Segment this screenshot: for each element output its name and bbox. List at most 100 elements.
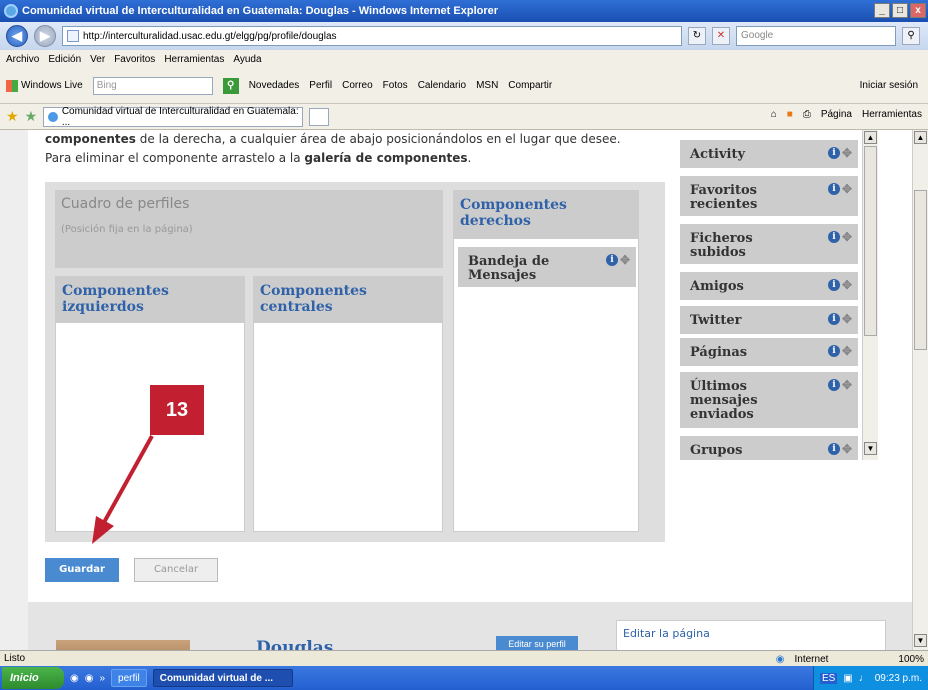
wl-link-calendario[interactable]: Calendario xyxy=(418,80,466,91)
url-field[interactable]: http://interculturalidad.usac.edu.gt/elg… xyxy=(62,26,682,46)
menu-archivo[interactable]: Archivo xyxy=(6,54,39,65)
close-button[interactable]: x xyxy=(910,3,926,18)
widget-activity[interactable]: Activity i ✥ xyxy=(680,140,858,168)
search-input[interactable]: Google xyxy=(736,26,896,46)
tab-bar: ★ ★ Comunidad virtual de Interculturalid… xyxy=(0,104,928,130)
widget-paginas[interactable]: Páginas i ✥ xyxy=(680,338,858,366)
maximize-button[interactable]: □ xyxy=(892,3,908,18)
stop-button[interactable]: ✕ xyxy=(712,27,730,45)
center-components-column[interactable]: Componentes centrales xyxy=(253,276,443,532)
window-controls: _ □ x xyxy=(874,3,926,18)
quicklaunch-ie-icon[interactable]: ◉ xyxy=(70,673,79,684)
zoom-control[interactable]: 100% xyxy=(898,654,924,665)
status-bar: Listo ◉ Internet 100% xyxy=(0,650,928,666)
gallery-scrollbar[interactable]: ▲ ▼ xyxy=(862,130,878,460)
page-scroll-thumb[interactable] xyxy=(914,190,927,350)
widget-ficheros[interactable]: Ficheros subidos i ✥ xyxy=(680,224,858,264)
system-tray: ES ▣ ♩ 09:23 p.m. xyxy=(812,666,928,690)
home-icon[interactable]: ⌂ xyxy=(771,109,777,120)
refresh-button[interactable]: ↻ xyxy=(688,27,706,45)
move-icon[interactable]: ✥ xyxy=(620,253,630,267)
taskbar-folder-perfil[interactable]: perfil xyxy=(111,669,147,687)
page-scrollbar[interactable]: ▲ ▼ xyxy=(912,130,928,650)
page-scroll-up-icon[interactable]: ▲ xyxy=(914,131,927,144)
move-icon[interactable]: ✥ xyxy=(842,182,852,196)
start-button[interactable]: Inicio xyxy=(2,667,64,689)
wl-link-correo[interactable]: Correo xyxy=(342,80,373,91)
wl-link-novedades[interactable]: Novedades xyxy=(249,80,300,91)
widget-name: Bandeja de Mensajes xyxy=(468,254,550,283)
info-icon[interactable]: i xyxy=(827,313,840,325)
menu-ayuda[interactable]: Ayuda xyxy=(233,54,261,65)
widget-grupos[interactable]: Grupos i ✥ xyxy=(680,436,858,460)
page-scroll-down-icon[interactable]: ▼ xyxy=(914,634,927,647)
info-icon[interactable]: i xyxy=(827,379,840,391)
favorites-star-icon[interactable]: ★ xyxy=(6,108,19,125)
save-button[interactable]: Guardar xyxy=(45,558,119,582)
tray-volume-icon[interactable]: ♩ xyxy=(859,673,869,684)
print-icon[interactable]: ⎙ xyxy=(803,109,811,120)
menu-ver[interactable]: Ver xyxy=(90,54,105,65)
move-icon[interactable]: ✥ xyxy=(842,378,852,392)
info-icon[interactable]: i xyxy=(827,147,840,159)
new-tab-button[interactable] xyxy=(309,107,330,126)
add-favorites-icon[interactable]: ★ xyxy=(25,108,38,125)
gallery-scroll-thumb[interactable] xyxy=(864,146,877,336)
wl-link-perfil[interactable]: Perfil xyxy=(309,80,332,91)
tools-menu[interactable]: Herramientas xyxy=(862,109,922,120)
info-icon[interactable]: i xyxy=(605,254,618,266)
taskbar-ie-window[interactable]: Comunidad virtual de ... xyxy=(152,669,293,687)
scroll-down-icon[interactable]: ▼ xyxy=(864,442,877,455)
page-menu[interactable]: Página xyxy=(821,109,852,120)
windows-live-logo[interactable]: Windows Live xyxy=(6,79,83,92)
widget-icons: i ✥ xyxy=(827,146,852,160)
widget-icons: i ✥ xyxy=(827,182,852,196)
globe-icon: ◉ xyxy=(775,653,785,665)
move-icon[interactable]: ✥ xyxy=(842,146,852,160)
info-icon[interactable]: i xyxy=(827,231,840,243)
back-button[interactable]: ◀ xyxy=(6,25,28,47)
bing-search-input[interactable]: Bing xyxy=(92,76,213,95)
left-column-title: Componentes izquierdos xyxy=(56,277,244,323)
info-icon[interactable]: i xyxy=(827,183,840,195)
widget-icons: i ✥ xyxy=(827,230,852,244)
move-icon[interactable]: ✥ xyxy=(842,230,852,244)
language-indicator[interactable]: ES xyxy=(819,672,838,684)
minimize-button[interactable]: _ xyxy=(874,3,890,18)
move-icon[interactable]: ✥ xyxy=(842,344,852,358)
widget-bandeja-mensajes[interactable]: Bandeja de Mensajes i ✥ xyxy=(458,247,636,287)
forward-button[interactable]: ▶ xyxy=(34,25,56,47)
move-icon[interactable]: ✥ xyxy=(842,278,852,292)
quicklaunch-firefox-icon[interactable]: ◉ xyxy=(85,673,94,684)
widget-ultimos-mensajes[interactable]: Últimos mensajes enviados i ✥ xyxy=(680,372,858,428)
menu-herramientas[interactable]: Herramientas xyxy=(164,54,224,65)
right-components-column[interactable]: Componentes derechos Bandeja de Mensajes… xyxy=(453,190,639,532)
cancel-button[interactable]: Cancelar xyxy=(134,558,218,582)
rss-icon[interactable]: ■ xyxy=(787,109,793,120)
move-icon[interactable]: ✥ xyxy=(842,442,852,456)
info-icon[interactable]: i xyxy=(827,443,840,455)
info-icon[interactable]: i xyxy=(827,345,840,357)
signin-link[interactable]: Iniciar sesión xyxy=(860,80,918,91)
tab-title: Comunidad virtual de Interculturalidad e… xyxy=(61,105,299,128)
widget-twitter[interactable]: Twitter i ✥ xyxy=(680,306,858,334)
info-icon[interactable]: i xyxy=(827,279,840,291)
menu-edicion[interactable]: Edición xyxy=(48,54,81,65)
widget-amigos[interactable]: Amigos i ✥ xyxy=(680,272,858,300)
wl-link-msn[interactable]: MSN xyxy=(476,80,498,91)
search-icon[interactable]: ⚲ xyxy=(902,27,920,45)
browser-tab[interactable]: Comunidad virtual de Interculturalidad e… xyxy=(43,105,304,128)
move-icon[interactable]: ✥ xyxy=(842,312,852,326)
tray-network-icon[interactable]: ▣ xyxy=(843,673,852,684)
widget-name: Amigos xyxy=(690,279,744,294)
menu-favoritos[interactable]: Favoritos xyxy=(114,54,155,65)
edit-page-link[interactable]: Editar la página xyxy=(616,620,886,650)
scroll-up-icon[interactable]: ▲ xyxy=(864,131,877,144)
edit-profile-button[interactable]: Editar su perfil xyxy=(496,636,578,650)
wl-link-compartir[interactable]: Compartir xyxy=(508,80,552,91)
widget-favoritos[interactable]: Favoritos recientes i ✥ xyxy=(680,176,858,216)
bing-go-button[interactable]: ⚲ xyxy=(222,77,239,94)
profile-box: Cuadro de perfiles (Posición fija en la … xyxy=(55,190,443,268)
quicklaunch-chevron-icon[interactable]: » xyxy=(99,673,105,684)
wl-link-fotos[interactable]: Fotos xyxy=(383,80,408,91)
